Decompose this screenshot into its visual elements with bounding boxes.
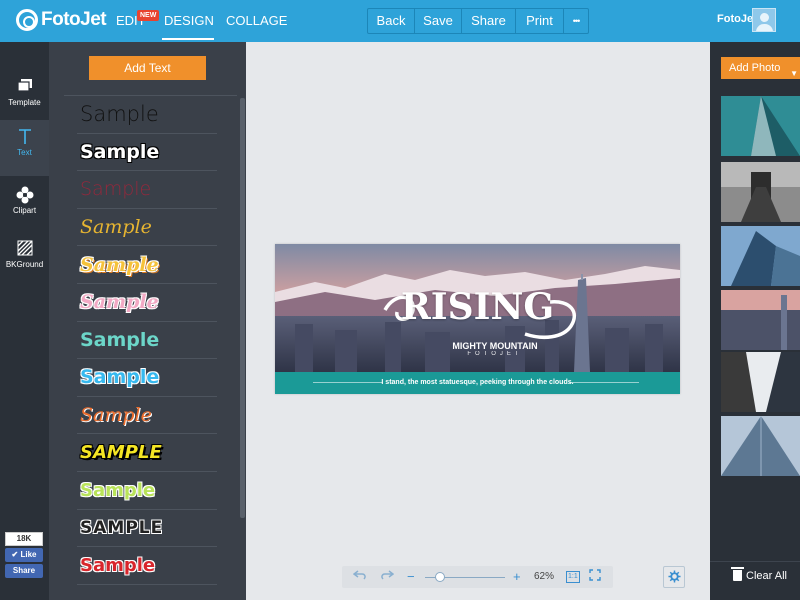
like-count: 18K: [5, 532, 43, 546]
text-style-item[interactable]: Sample: [77, 359, 217, 397]
text-style-item[interactable]: Sample: [77, 209, 217, 247]
sidebar-item-background[interactable]: BKGround: [0, 232, 49, 288]
tab-design[interactable]: DESIGN: [156, 0, 218, 42]
sample-text: SAMPLE: [80, 442, 162, 464]
action-toolbar: Back Save Share Print •••: [367, 8, 589, 34]
text-icon: [15, 128, 35, 146]
facebook-share-button[interactable]: Share: [5, 564, 43, 578]
sample-text: Sample: [80, 178, 152, 201]
clear-all-button[interactable]: Clear All: [731, 567, 787, 582]
tool-sidebar: Template Text Clipart BKGround 18K ✔ Lik…: [0, 42, 49, 600]
gear-icon: [667, 569, 681, 584]
sample-text: Sample: [80, 253, 159, 276]
sample-text: Sample: [80, 479, 156, 501]
caption-band: I stand, the most statuesque, peeking th…: [275, 372, 680, 394]
save-button[interactable]: Save: [415, 9, 462, 33]
photo-panel: Add Photo ▼ Clear All: [710, 42, 800, 600]
app-logo[interactable]: FotoJet: [16, 9, 107, 31]
template-icon: [15, 78, 35, 96]
sample-text: Sample: [80, 140, 160, 163]
social-widget: 18K ✔ Like Share: [5, 532, 43, 578]
sidebar-label-template: Template: [8, 98, 41, 107]
redo-icon[interactable]: [380, 566, 395, 588]
zoom-out-icon[interactable]: −: [407, 566, 415, 588]
sample-text: Sample: [80, 102, 159, 127]
sample-text: SAMPLE: [80, 517, 164, 538]
sidebar-label-text: Text: [17, 148, 32, 157]
user-name[interactable]: FotoJet: [717, 13, 757, 25]
top-nav: EDIT NEW DESIGN COLLAGE: [108, 0, 288, 42]
add-text-button[interactable]: Add Text: [89, 56, 206, 80]
zoom-level: 62%: [534, 571, 555, 582]
settings-button[interactable]: [663, 566, 685, 588]
fullscreen-icon[interactable]: [589, 566, 601, 588]
design-headline[interactable]: RISING: [275, 286, 680, 328]
sample-text: Sample: [80, 216, 152, 239]
sidebar-label-background: BKGround: [5, 260, 44, 269]
trash-icon: [731, 567, 744, 581]
text-style-item[interactable]: Sample: [77, 246, 217, 284]
zoom-toolbar: − + 62% 1:1: [342, 566, 613, 588]
actual-size-icon[interactable]: 1:1: [566, 571, 580, 583]
panel-scrollbar[interactable]: [240, 98, 245, 518]
sidebar-label-clipart: Clipart: [12, 206, 37, 215]
more-button[interactable]: •••: [564, 9, 588, 33]
text-style-item[interactable]: SAMPLE: [77, 434, 217, 472]
sidebar-item-template[interactable]: Template: [0, 70, 49, 126]
like-button[interactable]: ✔ Like: [5, 548, 43, 562]
text-style-item[interactable]: Sample: [77, 96, 217, 134]
tab-collage[interactable]: COLLAGE: [218, 0, 288, 42]
text-style-item[interactable]: Sample: [77, 547, 217, 585]
photo-thumbnail[interactable]: [721, 416, 800, 476]
print-button[interactable]: Print: [516, 9, 564, 33]
fotojet-logo-icon: [16, 9, 38, 31]
zoom-in-icon[interactable]: +: [513, 566, 521, 588]
clear-all-label: Clear All: [746, 570, 787, 582]
sample-text: Sample: [80, 328, 160, 351]
clipart-icon: [15, 186, 35, 204]
design-brand[interactable]: FOTOJET: [275, 351, 680, 357]
zoom-slider-handle[interactable]: [435, 572, 445, 582]
photo-thumbnail[interactable]: [721, 290, 800, 350]
sidebar-item-text[interactable]: Text: [0, 120, 49, 176]
back-button[interactable]: Back: [368, 9, 415, 33]
share-button[interactable]: Share: [462, 9, 516, 33]
photo-thumbnail[interactable]: [721, 96, 800, 156]
sample-text: Sample: [80, 404, 152, 427]
add-photo-button[interactable]: Add Photo ▼: [721, 57, 800, 79]
text-style-item[interactable]: Sample: [77, 397, 217, 435]
add-photo-label: Add Photo: [729, 62, 781, 74]
tab-edit[interactable]: EDIT NEW: [108, 0, 160, 42]
sidebar-item-clipart[interactable]: Clipart: [0, 178, 49, 234]
design-caption[interactable]: I stand, the most statuesque, peeking th…: [275, 372, 680, 394]
background-icon: [15, 240, 35, 258]
design-canvas[interactable]: RISING MIGHTY MOUNTAIN FOTOJET I stand, …: [275, 244, 680, 394]
panel-divider: [710, 561, 800, 562]
text-style-item[interactable]: Sample: [77, 284, 217, 322]
avatar[interactable]: [752, 8, 776, 32]
text-style-item[interactable]: Sample: [77, 171, 217, 209]
text-style-item[interactable]: SAMPLE: [77, 510, 217, 548]
canvas-area: RISING MIGHTY MOUNTAIN FOTOJET I stand, …: [246, 42, 710, 600]
top-bar: FotoJet EDIT NEW DESIGN COLLAGE Back Sav…: [0, 0, 800, 42]
sample-text: Sample: [80, 366, 160, 389]
design-subtitle[interactable]: MIGHTY MOUNTAIN: [275, 341, 680, 351]
photo-thumbnail[interactable]: [721, 352, 800, 412]
text-style-item[interactable]: Sample: [77, 134, 217, 172]
text-style-item[interactable]: Sample: [77, 322, 217, 360]
sample-text: Sample: [80, 291, 159, 314]
logo-text: FotoJet: [41, 9, 107, 30]
text-style-list: Sample Sample Sample Sample Sample Sampl…: [77, 96, 217, 585]
sample-text: Sample: [80, 554, 156, 576]
photo-thumbnail[interactable]: [721, 226, 800, 286]
undo-icon[interactable]: [352, 566, 367, 588]
text-panel: Add Text Sample Sample Sample Sample Sam…: [49, 42, 246, 600]
chevron-down-icon: ▼: [790, 69, 798, 78]
photo-thumbnail[interactable]: [721, 162, 800, 222]
text-style-item[interactable]: Sample: [77, 472, 217, 510]
